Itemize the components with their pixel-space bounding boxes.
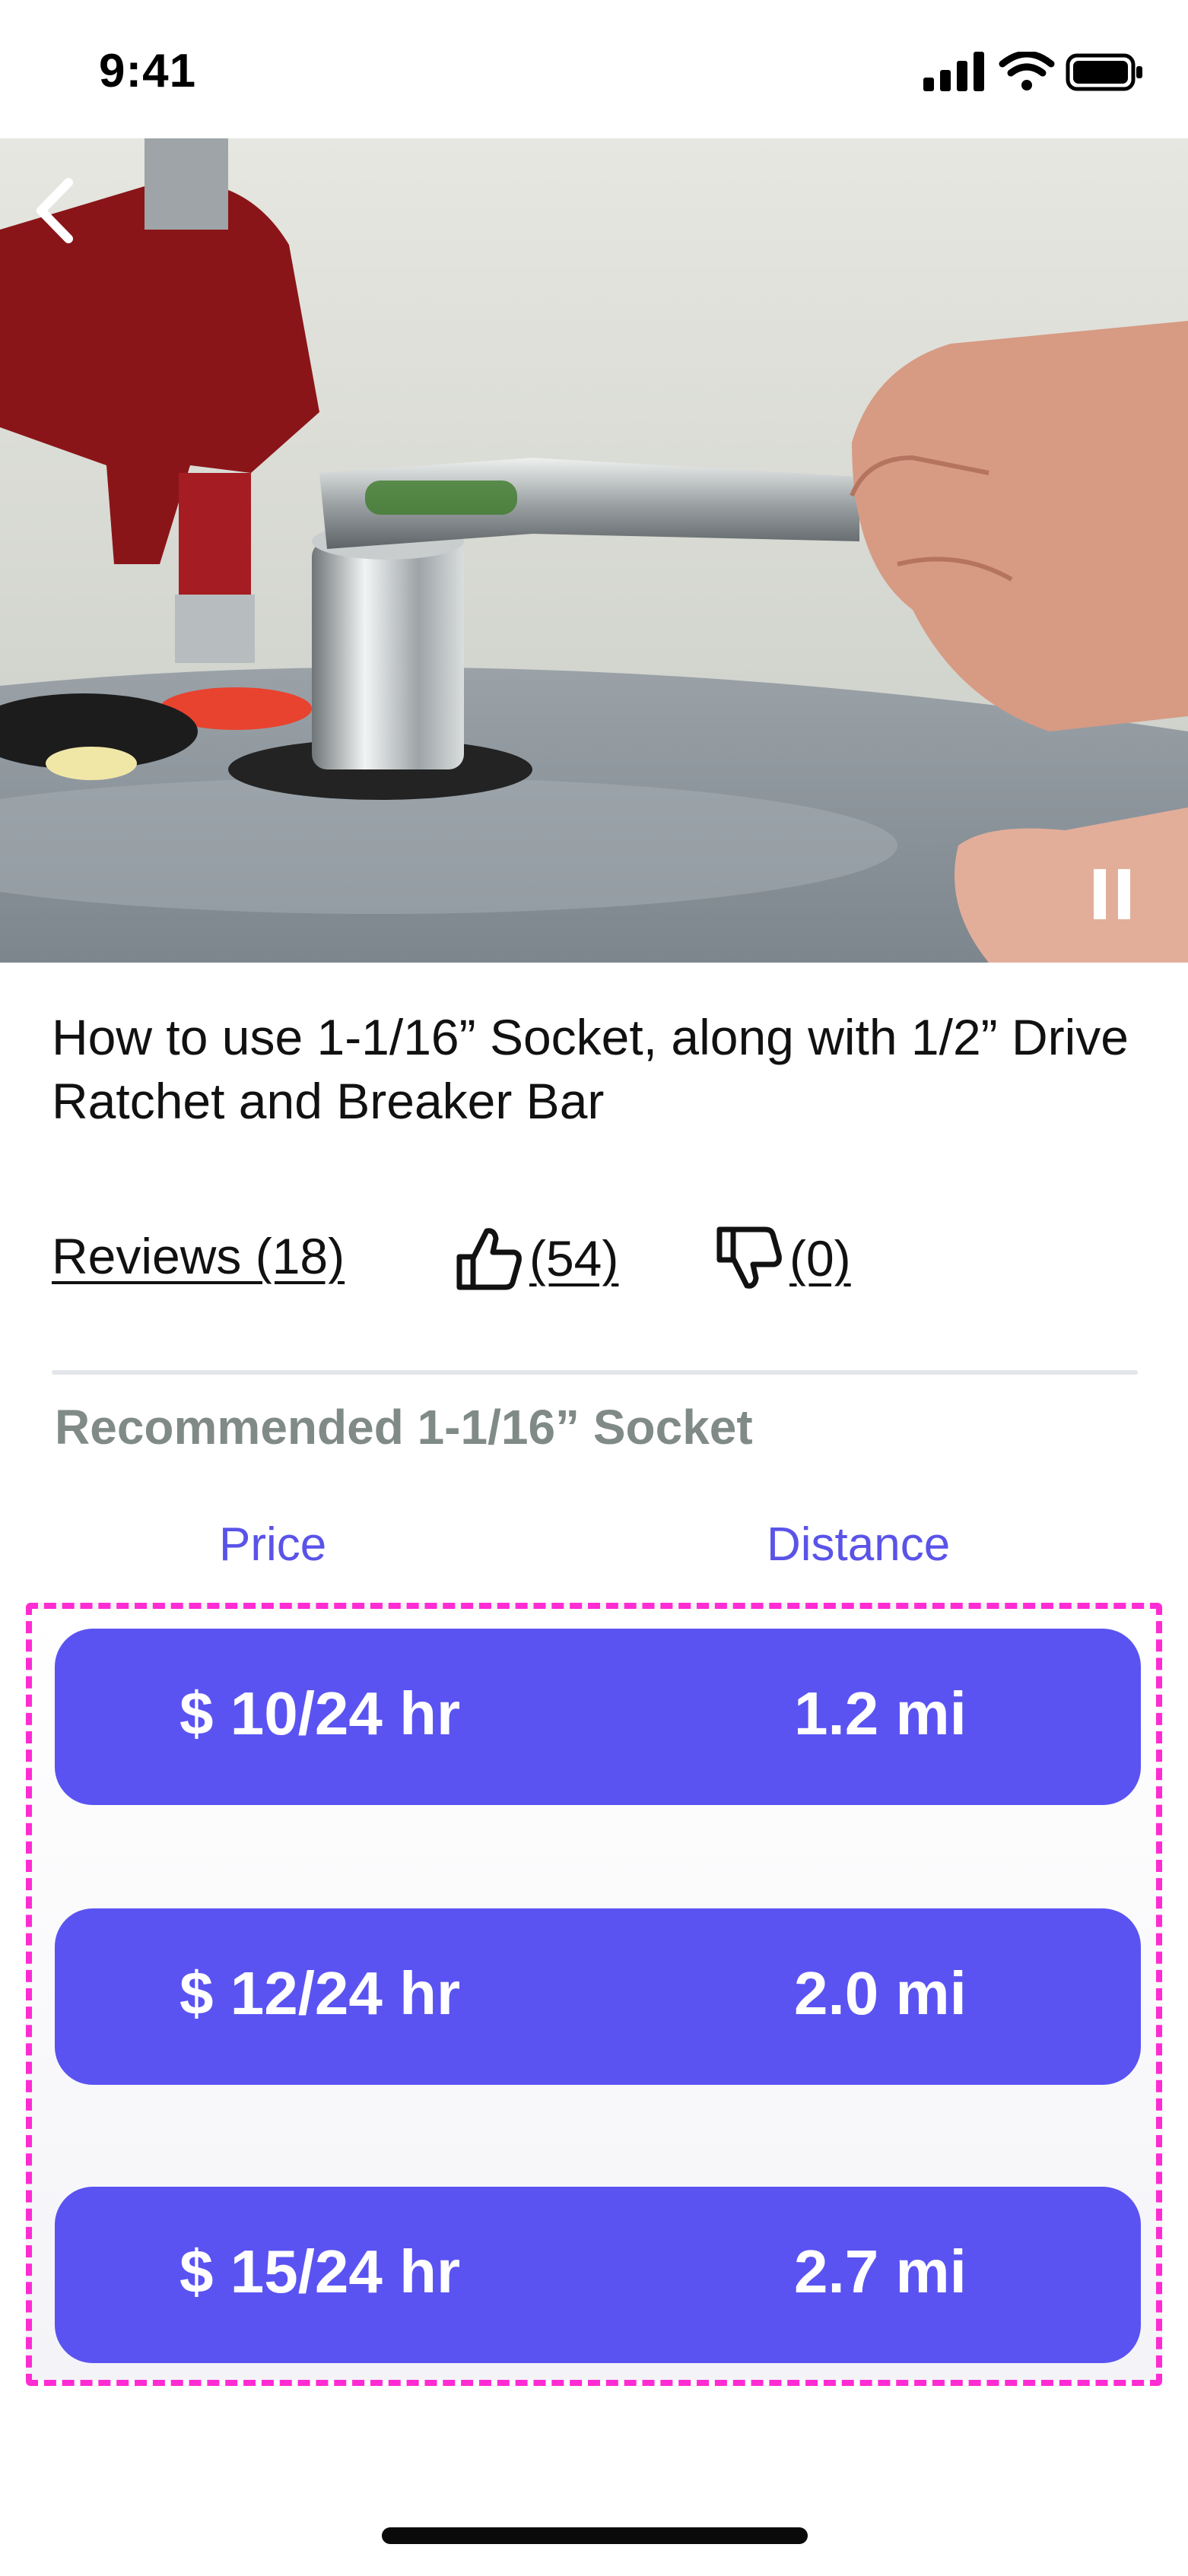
video-frame [0, 138, 1188, 963]
home-indicator[interactable] [382, 2527, 808, 2544]
back-button[interactable] [14, 169, 97, 252]
dislike-button[interactable]: (0) [713, 1217, 851, 1300]
battery-icon [1066, 53, 1142, 91]
offer-button[interactable]: $ 12/24 hr 2.0 mi [55, 1908, 1141, 2085]
like-button[interactable]: (54) [453, 1217, 618, 1300]
offer-distance: 2.7 mi [794, 2238, 967, 2305]
offer-button[interactable]: $ 15/24 hr 2.7 mi [55, 2187, 1141, 2363]
status-bar: 9:41 [0, 0, 1188, 138]
offer-price: $ 12/24 hr [179, 1959, 461, 2027]
feedback-row: Reviews (18) (54) (0) [52, 1217, 1147, 1300]
chevron-left-icon [37, 178, 73, 243]
offer-price: $ 10/24 hr [179, 1680, 461, 1747]
pause-icon [1094, 869, 1130, 919]
status-icons [923, 50, 1144, 93]
distance-column-header: Distance [767, 1518, 951, 1571]
offer-button[interactable]: $ 10/24 hr 1.2 mi [55, 1629, 1141, 1805]
status-time: 9:41 [99, 45, 197, 97]
reviews-link[interactable]: Reviews (18) [52, 1227, 345, 1285]
recommended-heading: Recommended 1-1/16” Socket [55, 1400, 753, 1455]
wifi-icon [999, 50, 1055, 90]
pause-button[interactable] [1082, 856, 1142, 932]
dislikes-count: (0) [789, 1230, 851, 1286]
offer-price: $ 15/24 hr [179, 2238, 461, 2305]
offer-distance: 1.2 mi [794, 1680, 967, 1747]
thumbs-down-icon [716, 1226, 782, 1289]
cellular-signal-icon [923, 52, 984, 91]
thumbs-up-icon [456, 1228, 522, 1290]
video-player[interactable] [0, 138, 1188, 963]
section-divider [52, 1370, 1138, 1375]
page-title: How to use 1-1/16” Socket, along with 1/… [52, 1009, 1129, 1129]
likes-count: (54) [529, 1230, 619, 1286]
offer-distance: 2.0 mi [794, 1959, 967, 2027]
price-column-header: Price [219, 1518, 327, 1571]
